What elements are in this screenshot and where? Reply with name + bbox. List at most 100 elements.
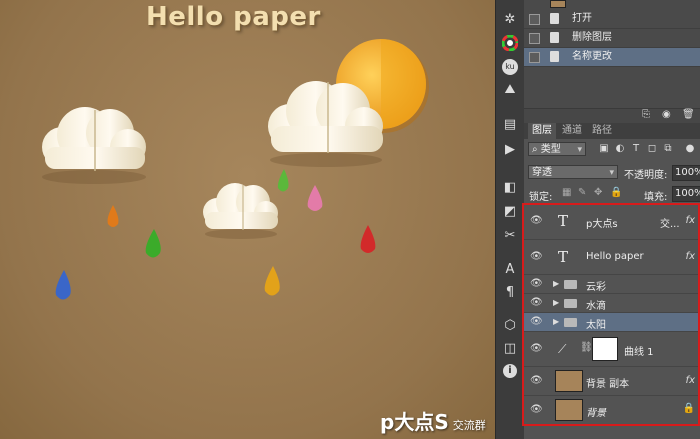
layer-name: 背景 xyxy=(586,408,606,419)
layer-row[interactable]: 👁 背景 🔒 xyxy=(524,396,700,425)
kuler-icon[interactable]: ku xyxy=(500,56,520,76)
tab-paths[interactable]: 路径 xyxy=(588,123,616,139)
expand-arrow-icon[interactable]: ▶ xyxy=(553,279,559,288)
folder-icon xyxy=(564,280,577,289)
lock-all-icon[interactable]: 🔒 xyxy=(610,187,622,198)
layer-name: 背景 副本 xyxy=(586,379,630,390)
eye-icon[interactable]: 👁 xyxy=(530,278,543,289)
history-document-icon xyxy=(550,32,559,43)
layer-row[interactable]: 👁 T p大点s 交... fx xyxy=(524,203,700,240)
canvas-artwork xyxy=(42,39,429,300)
layer-thumbnail xyxy=(555,399,583,421)
layers-list: 👁 T p大点s 交... fx 👁 T Hello paper fx 👁 ▶ … xyxy=(524,203,700,425)
watermark-sub: 交流群 xyxy=(452,419,486,432)
document-canvas[interactable]: Hello paper p大点S 交流群 xyxy=(0,0,495,439)
lock-row: 锁定: ▦ ✎ ✥ 🔒 填充: 100% xyxy=(524,185,700,203)
snapshot-icon[interactable]: ◉ xyxy=(662,109,671,120)
layer-name: 曲线 1 xyxy=(624,347,654,358)
fx-icon[interactable]: fx xyxy=(686,215,695,226)
paragraph-icon[interactable]: ¶ xyxy=(500,283,520,303)
lock-position-icon[interactable]: ✥ xyxy=(594,187,602,198)
filter-shape-icon[interactable]: ◻ xyxy=(646,143,658,154)
history-item[interactable]: 打开 xyxy=(524,10,700,29)
history-checkbox[interactable] xyxy=(529,14,540,25)
history-snapshot-thumb[interactable] xyxy=(550,0,566,8)
filter-toggle-icon[interactable]: ● xyxy=(684,143,696,154)
tab-channels[interactable]: 通道 xyxy=(558,123,586,139)
layer-filter-value: 类型 xyxy=(540,144,561,155)
raindrop-orange-large xyxy=(264,266,280,296)
blend-mode-dropdown[interactable]: 穿透 xyxy=(528,165,618,180)
text-layer-icon: T xyxy=(558,248,569,266)
character-icon[interactable]: A xyxy=(500,260,520,280)
layer-row[interactable]: 👁 T Hello paper fx xyxy=(524,240,700,275)
panels-area: 打开 删除图层 名称更改 ⎘ ◉ 🗑 图层 通道 路径 ⌕ 类型 ▣ ◐ T ◻… xyxy=(524,0,700,439)
3d-icon[interactable]: ⬡ xyxy=(500,316,520,336)
layer-row[interactable]: 👁 ⟋ ⛓ 曲线 1 xyxy=(524,332,700,367)
watermark-text: p大点S 交流群 xyxy=(380,406,486,435)
info-icon[interactable]: i xyxy=(500,360,520,380)
channels-icon[interactable]: ◩ xyxy=(500,202,520,222)
history-panel: 打开 删除图层 名称更改 xyxy=(524,0,700,108)
filter-pixel-icon[interactable]: ▣ xyxy=(598,143,610,154)
navigator-icon[interactable]: ⛰ xyxy=(500,80,520,100)
history-icon[interactable]: ▤ xyxy=(500,115,520,135)
text-layer-icon: T xyxy=(558,212,569,230)
history-item-selected[interactable]: 名称更改 xyxy=(524,48,700,67)
filter-smart-object-icon[interactable]: ⧉ xyxy=(662,143,674,154)
panel-dock-toolbar: ✲ ku ⛰ ▤ ▶ ◧ ◩ ✂ A ¶ ⬡ ◫ i xyxy=(495,0,525,439)
layer-row[interactable]: 👁 背景 副本 fx xyxy=(524,367,700,396)
properties-icon[interactable]: ◫ xyxy=(500,339,520,359)
layer-name: 水滴 xyxy=(586,301,606,312)
trash-icon[interactable]: 🗑 xyxy=(682,109,695,120)
history-item[interactable]: 删除图层 xyxy=(524,29,700,48)
color-wheel-icon[interactable] xyxy=(500,33,520,53)
folder-icon xyxy=(564,299,577,308)
layer-name: Hello paper xyxy=(586,251,644,262)
layers-icon[interactable]: ◧ xyxy=(500,178,520,198)
layer-group-row[interactable]: 👁 ▶ 水滴 xyxy=(524,294,700,313)
fx-icon[interactable]: fx xyxy=(686,251,695,262)
tab-layers[interactable]: 图层 xyxy=(528,123,556,139)
layer-filter-dropdown[interactable]: ⌕ 类型 xyxy=(528,142,586,157)
actions-icon[interactable]: ▶ xyxy=(500,140,520,160)
link-icon[interactable]: ⛓ xyxy=(580,342,593,353)
fill-label: 填充: xyxy=(644,192,668,203)
opacity-input[interactable]: 100% xyxy=(672,165,700,181)
layer-group-row-selected[interactable]: 👁 ▶ 太阳 xyxy=(524,313,700,332)
filter-adjustment-icon[interactable]: ◐ xyxy=(614,143,626,154)
fill-input[interactable]: 100% xyxy=(672,186,700,202)
paths-icon[interactable]: ✂ xyxy=(500,226,520,246)
layer-group-row[interactable]: 👁 ▶ 云彩 xyxy=(524,275,700,294)
eye-icon[interactable]: 👁 xyxy=(530,297,543,308)
history-checkbox[interactable] xyxy=(529,33,540,44)
settings-icon[interactable]: ✲ xyxy=(500,10,520,30)
filter-type-icon[interactable]: T xyxy=(630,143,642,154)
layer-name-extra: 交... xyxy=(660,219,680,230)
layer-name: 云彩 xyxy=(586,282,606,293)
history-document-icon xyxy=(550,51,559,62)
history-document-icon xyxy=(550,13,559,24)
lock-transparent-icon[interactable]: ▦ xyxy=(562,187,571,198)
layer-mask-thumb[interactable] xyxy=(592,337,618,361)
blend-row: 穿透 不透明度: 100% xyxy=(524,163,700,185)
expand-arrow-icon[interactable]: ▶ xyxy=(553,317,559,326)
folder-icon xyxy=(564,318,577,327)
history-checkbox[interactable] xyxy=(529,52,540,63)
raindrop-green-left xyxy=(145,229,161,258)
eye-icon[interactable]: 👁 xyxy=(530,404,543,415)
history-footer: ⎘ ◉ 🗑 xyxy=(524,108,700,123)
new-document-from-state-icon[interactable]: ⎘ xyxy=(642,109,650,120)
curves-icon: ⟋ xyxy=(558,342,567,356)
eye-icon[interactable]: 👁 xyxy=(530,316,543,327)
eye-icon[interactable]: 👁 xyxy=(530,375,543,386)
layer-name: 太阳 xyxy=(586,320,606,331)
eye-icon[interactable]: 👁 xyxy=(530,251,543,262)
cloud-middle xyxy=(203,183,278,239)
lock-image-icon[interactable]: ✎ xyxy=(578,187,586,198)
eye-icon[interactable]: 👁 xyxy=(530,215,543,226)
eye-icon[interactable]: 👁 xyxy=(530,343,543,354)
expand-arrow-icon[interactable]: ▶ xyxy=(553,298,559,307)
watermark-main: p大点S xyxy=(380,410,449,434)
fx-icon[interactable]: fx xyxy=(686,375,695,386)
